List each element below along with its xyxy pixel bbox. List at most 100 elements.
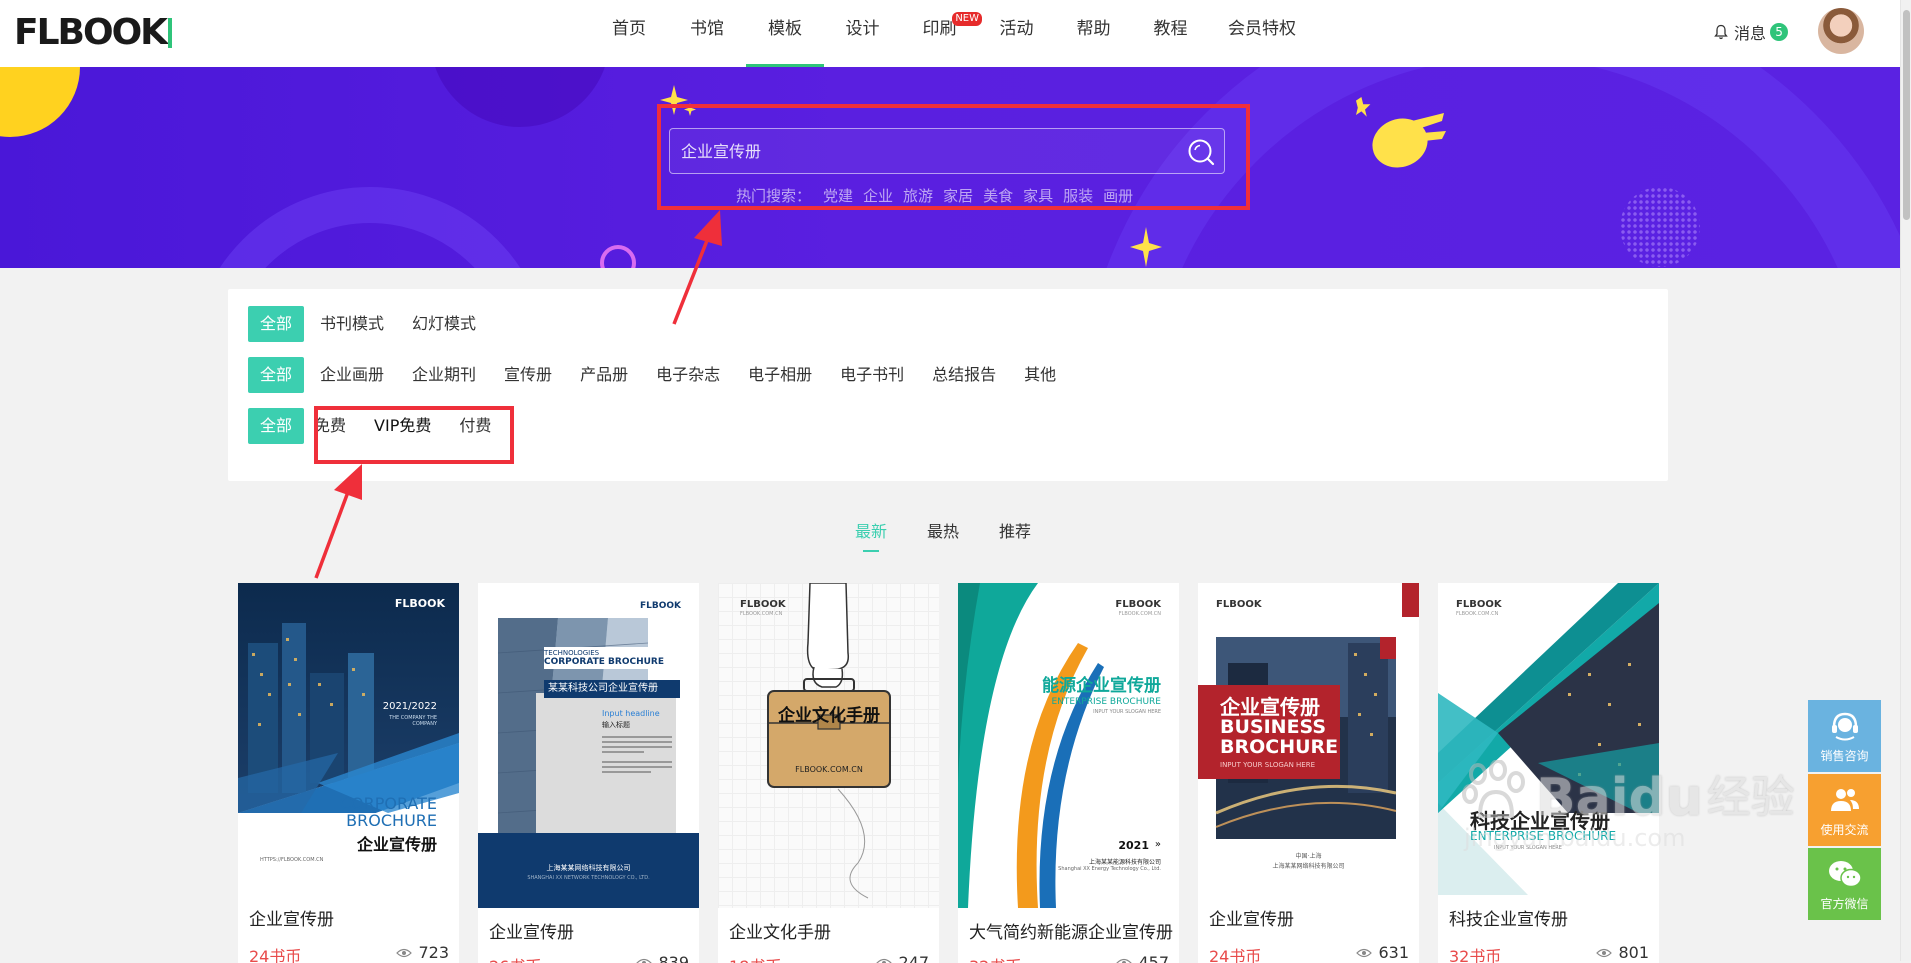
cover-url: FLBOOK.COM.CN — [770, 765, 888, 774]
template-grid: FLBOOK 2021/2022 THE COMPANY THE COMPANY… — [238, 583, 1659, 963]
nav-events[interactable]: 活动 — [978, 0, 1055, 67]
cover-title-cn: 企业文化手册 — [770, 701, 888, 726]
nav-tutorials[interactable]: 教程 — [1132, 0, 1209, 67]
nav-print[interactable]: 印刷NEW — [901, 0, 978, 67]
template-title[interactable]: 企业宣传册 — [1209, 905, 1294, 930]
cover-headline-cn: 输入标题 — [602, 720, 630, 730]
filter-category-item[interactable]: 企业期刊 — [400, 357, 488, 393]
logo-bar — [168, 18, 172, 48]
messages-label: 消息 — [1734, 20, 1766, 44]
filter-category-item[interactable]: 企业画册 — [308, 357, 396, 393]
cover-band: 某某科技公司企业宣传册 — [544, 680, 680, 698]
cover-brand: FLBOOK — [640, 601, 681, 611]
cover-title-en: ENTERPRISE BROCHURE — [1051, 697, 1161, 707]
cover-company: 上海某某能源科技有限公司 — [1089, 857, 1161, 866]
watermark-url: jingyan.baidu.com — [1464, 824, 1795, 852]
eye-icon — [396, 948, 412, 958]
filter-category-item[interactable]: 电子杂志 — [644, 357, 732, 393]
nav-vip[interactable]: 会员特权 — [1209, 0, 1315, 67]
template-price: 26书币 — [489, 953, 541, 963]
cover-company-en: SHANGHAI XX NETWORK TECHNOLOGY CO., LTD. — [478, 875, 699, 881]
template-card[interactable]: FLBOOK FLBOOK.COM.CN 企业文化手册 FLBOOK.COM.C… — [718, 583, 939, 963]
template-title[interactable]: 大气简约新能源企业宣传册 — [969, 918, 1173, 943]
cover-city: 中国·上海 — [1198, 851, 1419, 860]
messages-link[interactable]: 消息 5 — [1714, 20, 1788, 44]
template-card[interactable]: FLBOOK 2021/2022 THE COMPANY THE COMPANY… — [238, 583, 459, 963]
nav-help[interactable]: 帮助 — [1055, 0, 1132, 67]
cover-body-lines — [602, 733, 672, 776]
template-cover[interactable]: FLBOOK FLBOOK.COM.CN 企业文化手册 FLBOOK.COM.C… — [718, 583, 939, 908]
template-cover[interactable]: FLBOOK 2021/2022 THE COMPANY THE COMPANY… — [238, 583, 459, 895]
sort-tab-recommended[interactable]: 推荐 — [999, 518, 1031, 552]
filter-category-all[interactable]: 全部 — [248, 357, 304, 393]
filter-mode-book[interactable]: 书刊模式 — [308, 306, 396, 342]
decor-ring-left — [190, 187, 550, 268]
template-title[interactable]: 企业宣传册 — [489, 918, 574, 943]
template-views: 801 — [1596, 943, 1649, 962]
filter-category-item[interactable]: 电子书刊 — [828, 357, 916, 393]
scrollbar-thumb[interactable] — [1903, 10, 1910, 220]
template-card[interactable]: FLBOOK 企业宣传册 BUSINESSBROCHURE INPUT YOUR… — [1198, 583, 1419, 963]
nav-library[interactable]: 书馆 — [668, 0, 746, 67]
cover-brand-sub: FLBOOK.COM.CN — [740, 611, 782, 617]
nav-design[interactable]: 设计 — [824, 0, 901, 67]
eye-icon — [1116, 958, 1132, 963]
filter-mode-slide[interactable]: 幻灯模式 — [400, 306, 488, 342]
annotation-box-search — [657, 104, 1250, 210]
sort-tab-newest[interactable]: 最新 — [855, 518, 887, 552]
filter-category-item[interactable]: 产品册 — [568, 357, 640, 393]
cover-company-en: Shanghai XX Energy Technology Co., Ltd. — [1058, 866, 1161, 872]
filter-category-item[interactable]: 宣传册 — [492, 357, 564, 393]
template-title[interactable]: 企业宣传册 — [249, 905, 334, 930]
template-cover[interactable]: FLBOOK FLBOOK.COM.CN 能源企业宣传册 ENTERPRISE … — [958, 583, 1179, 908]
cover-brand-sub: FLBOOK.COM.CN — [1119, 611, 1161, 617]
floating-contact-bar: 销售咨询 使用交流 官方微信 — [1808, 700, 1881, 922]
eye-icon — [1596, 948, 1612, 958]
nav-home[interactable]: 首页 — [590, 0, 668, 67]
template-card[interactable]: FLBOOK TECHNOLOGIES CORPORATE BROCHURE 某… — [478, 583, 699, 963]
wechat-icon — [1827, 859, 1863, 891]
cover-brand: FLBOOK — [740, 599, 786, 610]
cover-year: 2021/2022 — [383, 701, 437, 712]
template-title[interactable]: 企业文化手册 — [729, 918, 831, 943]
sales-consult-button[interactable]: 销售咨询 — [1808, 700, 1881, 772]
template-views: 457 — [1116, 953, 1169, 963]
users-icon — [1828, 783, 1862, 817]
cover-slogan: INPUT YOUR SLOGAN HERE — [1220, 761, 1315, 769]
comet-icon — [1356, 97, 1448, 169]
template-cover[interactable]: FLBOOK TECHNOLOGIES CORPORATE BROCHURE 某… — [478, 583, 699, 908]
cover-brand: FLBOOK — [1115, 599, 1161, 610]
template-views: 723 — [396, 943, 449, 962]
cover-brand-sub: FLBOOK.COM.CN — [1456, 611, 1498, 617]
filter-category-item[interactable]: 电子相册 — [736, 357, 824, 393]
sort-tab-hottest[interactable]: 最热 — [927, 518, 959, 552]
template-card[interactable]: FLBOOK FLBOOK.COM.CN 能源企业宣传册 ENTERPRISE … — [958, 583, 1179, 963]
template-price: 24书币 — [249, 943, 301, 963]
template-title[interactable]: 科技企业宣传册 — [1449, 905, 1568, 930]
cover-title-cn: 企业宣传册 — [357, 831, 437, 855]
template-cover[interactable]: FLBOOK 企业宣传册 BUSINESSBROCHURE INPUT YOUR… — [1198, 583, 1419, 895]
official-wechat-label: 官方微信 — [1820, 895, 1868, 912]
user-avatar[interactable] — [1818, 8, 1864, 54]
nav-templates[interactable]: 模板 — [746, 0, 824, 67]
filter-price-all[interactable]: 全部 — [248, 408, 304, 444]
briefcase-illustration — [718, 583, 939, 908]
baidu-jingyan-watermark: Baidu 经验 jingyan.baidu.com — [1460, 760, 1795, 852]
main-nav: 首页 书馆 模板 设计 印刷NEW 活动 帮助 教程 会员特权 — [590, 0, 1315, 67]
cover-company: 上海某某网络科技有限公司 — [1198, 861, 1419, 870]
filter-category-item[interactable]: 其他 — [1012, 357, 1068, 393]
annotation-arrow-icon — [672, 208, 732, 326]
chevron-right-icon: » — [1155, 839, 1161, 850]
annotation-box-price-filter — [314, 406, 514, 464]
cover-brand: FLBOOK — [1456, 599, 1502, 610]
page-scrollbar[interactable] — [1900, 0, 1911, 961]
user-community-button[interactable]: 使用交流 — [1808, 774, 1881, 846]
flbook-logo[interactable]: FLBOOK — [14, 12, 172, 53]
cover-url: HTTPS://FLBOOK.COM.CN — [260, 857, 323, 863]
cover-text-panel: TECHNOLOGIES CORPORATE BROCHURE — [544, 647, 694, 669]
official-wechat-button[interactable]: 官方微信 — [1808, 848, 1881, 920]
filter-category-item[interactable]: 总结报告 — [920, 357, 1008, 393]
eye-icon — [636, 958, 652, 963]
filter-mode-all[interactable]: 全部 — [248, 306, 304, 342]
filter-row-mode: 全部 书刊模式 幻灯模式 — [248, 306, 492, 342]
